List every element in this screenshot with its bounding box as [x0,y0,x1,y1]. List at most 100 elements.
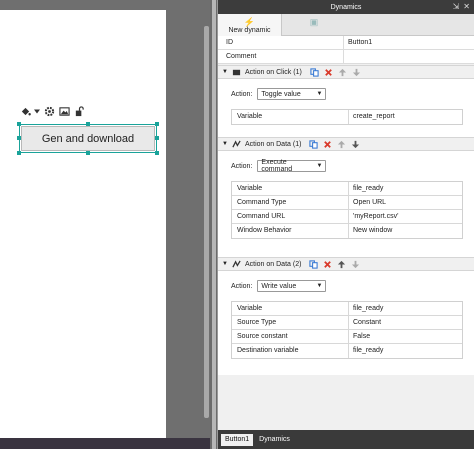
delete-icon[interactable] [323,67,334,78]
vertical-scrollbar[interactable] [204,26,209,418]
action-label: Action: [231,162,253,170]
tab-paste-dynamic[interactable]: ▣ [282,14,346,36]
table-row: Command Type Open URL [232,196,462,210]
canvas-bottom-bar [0,438,210,449]
arrow-down-icon[interactable] [350,139,361,150]
gear-icon[interactable] [43,105,55,117]
arrow-down-icon[interactable] [351,67,362,78]
arrow-up-icon[interactable] [336,259,347,270]
dynamics-panel: Dynamics ⇲ ✕ ⚡ New dynamic ▣ ID Button1 … [217,0,474,449]
paint-bucket-icon[interactable] [19,105,31,117]
copy-icon[interactable] [309,67,320,78]
close-icon[interactable]: ✕ [463,2,470,11]
section-title: Action on Click (1) [245,68,302,76]
table-row: Destination variable file_ready [232,344,462,358]
arrow-up-icon[interactable] [337,67,348,78]
param-value[interactable]: file_ready [349,344,462,358]
resize-handle[interactable] [155,122,159,126]
resize-handle[interactable] [17,122,21,126]
action-select[interactable]: Execute command ▼ [257,159,327,173]
resize-handle[interactable] [155,151,159,155]
action-select[interactable]: Toggle value ▼ [257,88,327,100]
action-label: Action: [231,282,253,290]
action-select-value: Execute command [261,159,293,173]
copy-icon[interactable] [308,259,319,270]
chevron-down-icon: ▼ [316,91,323,97]
table-row: Source constant False [232,330,462,344]
section-header-action-on-data-2[interactable]: ▼ Action on Data (2) [218,257,474,271]
arrow-down-icon[interactable] [350,259,361,270]
chevron-down-icon[interactable] [34,105,40,117]
section-title: Action on Data (1) [245,140,302,148]
param-key: Variable [232,182,349,195]
paste-icon: ▣ [309,16,319,27]
copy-icon[interactable] [308,139,319,150]
section-header-action-on-click[interactable]: ▼ Action on Click (1) [218,65,474,79]
image-icon[interactable] [58,105,70,117]
selection-frame: Gen and download [17,122,159,155]
section-title: Action on Data (2) [245,260,302,268]
action-params-table: Variable file_ready Source Type Constant… [231,301,463,359]
section-header-action-on-data-1[interactable]: ▼ Action on Data (1) [218,137,474,151]
table-row: Window Behavior New window [232,224,462,238]
param-value[interactable]: Open URL [349,196,462,209]
param-key: Source Type [232,316,349,329]
param-key: Destination variable [232,344,349,358]
action-params-table: Variable create_report [231,109,463,125]
param-key: Variable [232,302,349,315]
param-key: Command Type [232,196,349,209]
resize-handle[interactable] [86,122,90,126]
resize-handle[interactable] [17,136,21,140]
resize-handle[interactable] [17,151,21,155]
property-row: ID Button1 [218,36,474,50]
tab-button1[interactable]: Button1 [221,433,254,446]
action-select-value: Toggle value [261,90,301,98]
lightning-icon: ⚡ [243,17,256,27]
param-value[interactable]: create_report [349,110,462,124]
mouse-click-icon [231,67,242,78]
delete-icon[interactable] [322,259,333,270]
collapse-caret-icon[interactable]: ▼ [222,69,228,75]
section-body: Action: Toggle value ▼ Variable create_r… [218,79,474,137]
table-row: Variable create_report [232,110,462,124]
properties-table: ID Button1 Comment [218,36,474,64]
param-key: Window Behavior [232,224,349,238]
action-select-value: Write value [261,282,297,290]
section-body: Action: Write value ▼ Variable file_read… [218,271,474,375]
param-value[interactable]: 'myReport.csv' [349,210,462,223]
table-row: Source Type Constant [232,316,462,330]
panel-empty-area [218,378,474,430]
param-value[interactable]: False [349,330,462,343]
delete-icon[interactable] [322,139,333,150]
lock-icon[interactable] [73,105,85,117]
action-params-table: Variable file_ready Command Type Open UR… [231,181,463,239]
tab-dynamics[interactable]: Dynamics [255,434,294,446]
tab-new-dynamic[interactable]: ⚡ New dynamic [218,14,282,36]
panel-splitter[interactable] [212,0,216,449]
param-key: Source constant [232,330,349,343]
param-value[interactable]: Constant [349,316,462,329]
pin-icon[interactable]: ⇲ [453,2,460,11]
data-action-icon [231,259,242,270]
resize-handle[interactable] [86,151,90,155]
design-canvas-area: Gen and download [0,0,210,449]
tab-label: New dynamic [228,27,271,34]
property-key: ID [218,36,344,49]
action-select[interactable]: Write value ▼ [257,280,327,292]
collapse-caret-icon[interactable]: ▼ [222,261,228,267]
resize-handle[interactable] [155,136,159,140]
collapse-caret-icon[interactable]: ▼ [222,141,228,147]
design-canvas[interactable] [0,10,166,438]
property-key: Comment [218,50,344,63]
panel-title: Dynamics [330,3,362,11]
table-row: Variable file_ready [232,302,462,316]
property-value[interactable]: Button1 [344,36,474,49]
arrow-up-icon[interactable] [336,139,347,150]
gen-and-download-button[interactable]: Gen and download [21,126,155,151]
param-value[interactable]: New window [349,224,462,238]
chevron-down-icon: ▼ [316,163,323,169]
property-value[interactable] [344,50,474,63]
action-label: Action: [231,90,253,98]
param-value[interactable]: file_ready [349,302,462,315]
param-value[interactable]: file_ready [349,182,462,195]
